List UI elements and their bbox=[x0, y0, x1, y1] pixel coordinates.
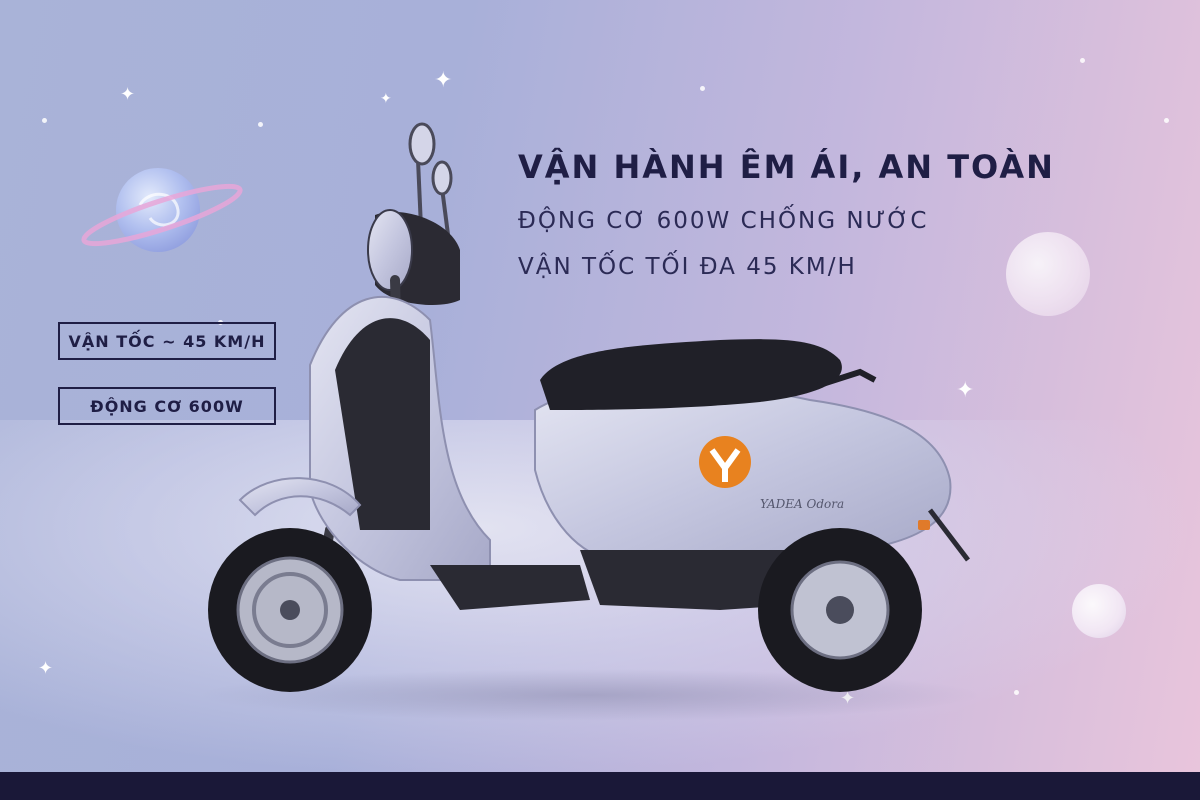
bottom-bar bbox=[0, 772, 1200, 800]
product-logo-text: YADEA Odora bbox=[760, 497, 844, 511]
star-dot bbox=[1080, 58, 1085, 63]
sparkle-icon: ✦ bbox=[120, 84, 136, 105]
sparkle-icon: ✦ bbox=[38, 658, 54, 679]
star-dot bbox=[42, 118, 47, 123]
star-dot bbox=[700, 86, 705, 91]
rear-wheel bbox=[758, 528, 922, 692]
scooter-image: YADEA Odora bbox=[200, 122, 980, 721]
sparkle-icon: ✦ bbox=[380, 91, 392, 107]
yadea-logo-icon bbox=[699, 436, 751, 488]
star-dot bbox=[1014, 690, 1019, 695]
front-wheel bbox=[208, 528, 372, 692]
sparkle-icon: ✦ bbox=[434, 68, 453, 93]
moon-icon bbox=[1072, 584, 1126, 638]
star-dot bbox=[1164, 118, 1169, 123]
